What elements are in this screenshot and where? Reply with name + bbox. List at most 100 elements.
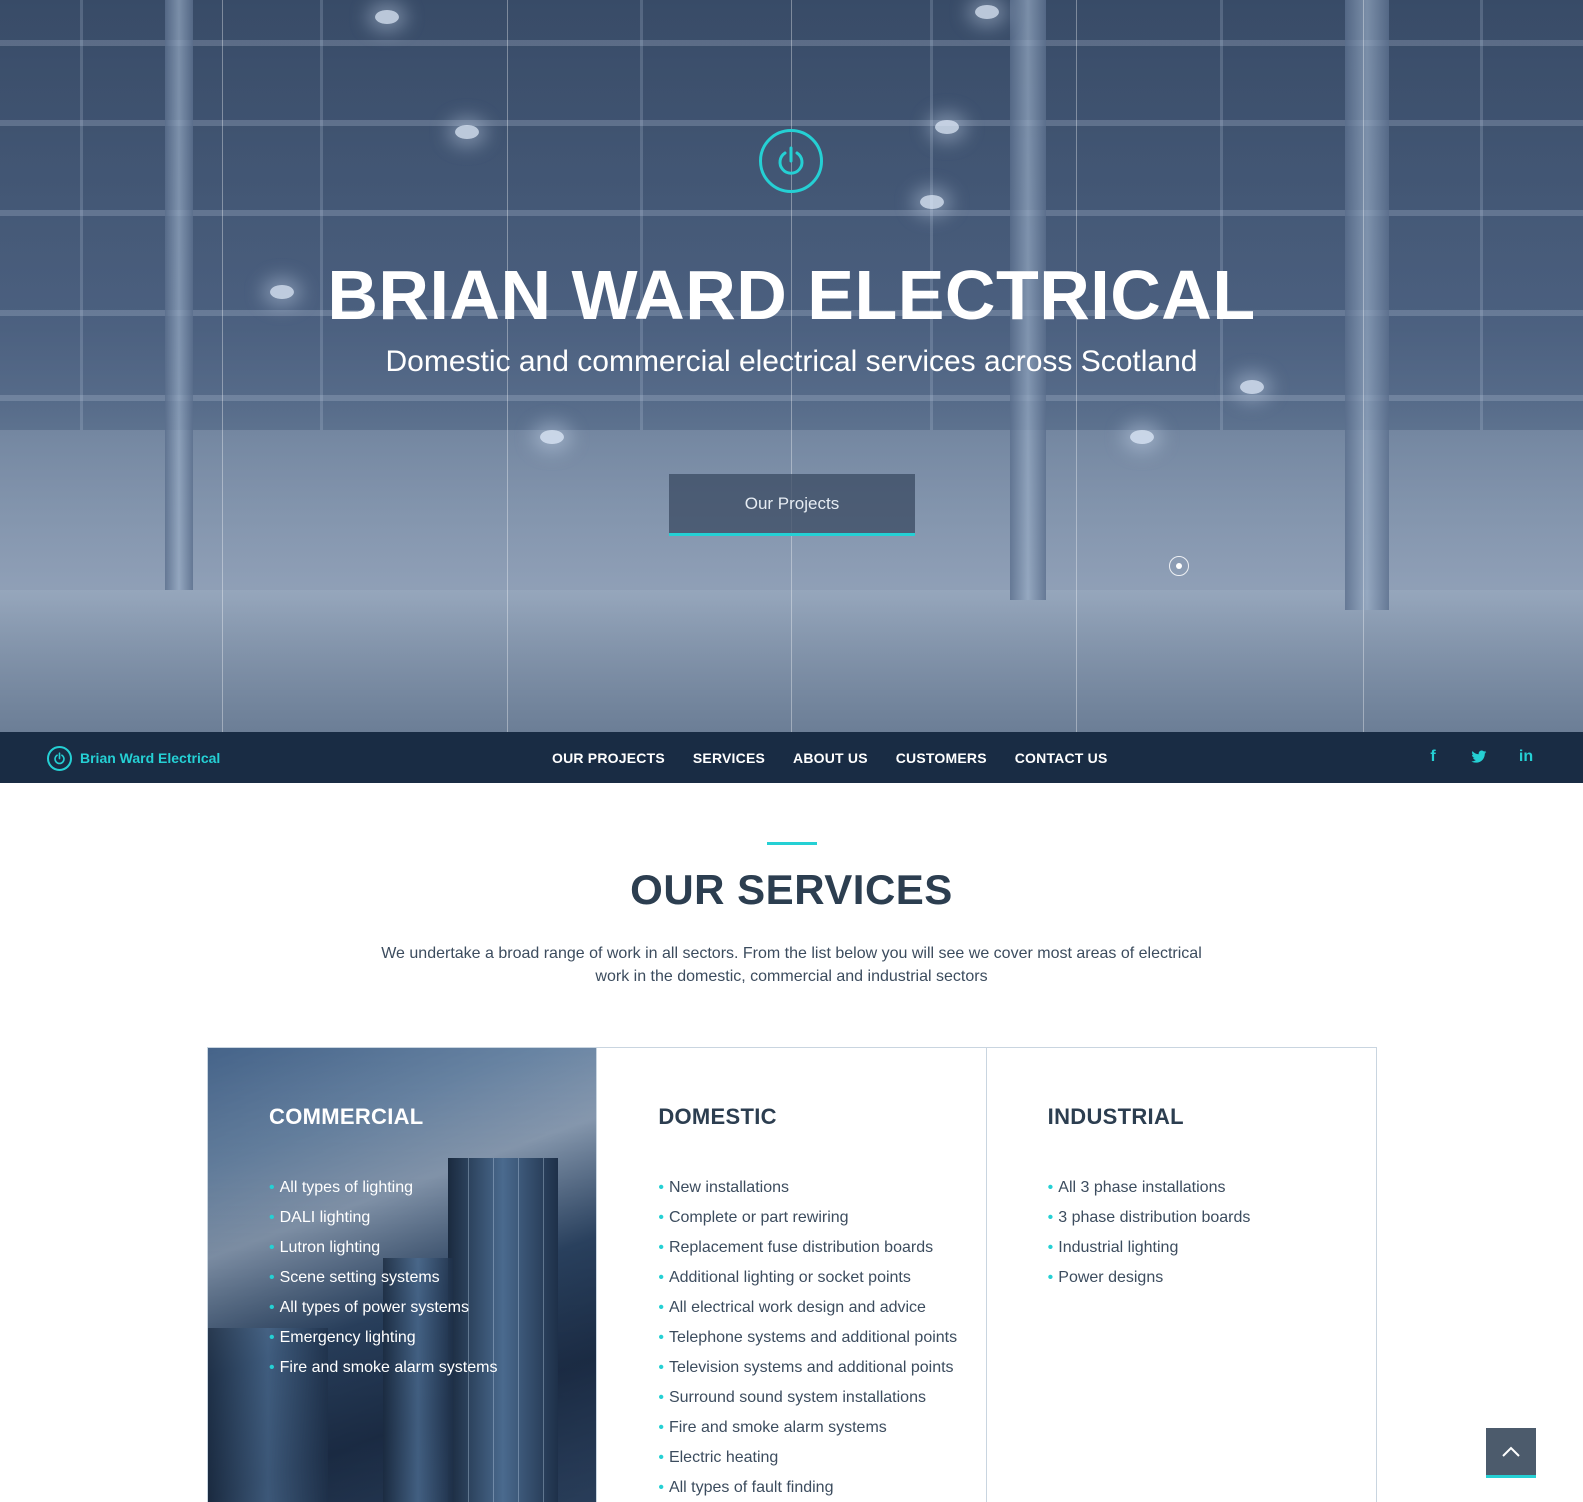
- service-item-label: Television systems and additional points: [668, 1359, 954, 1376]
- bullet-icon: •: [269, 1179, 275, 1196]
- service-item-label: Scene setting systems: [279, 1269, 440, 1286]
- service-item-label: All types of power systems: [279, 1299, 470, 1316]
- scroll-to-top-button[interactable]: [1486, 1428, 1536, 1478]
- service-list: • All 3 phase installations • 3 phase distr…: [1048, 1173, 1251, 1293]
- bullet-icon: •: [658, 1389, 664, 1406]
- bullet-icon: •: [658, 1329, 664, 1346]
- service-list-item: • DALI lighting: [269, 1203, 497, 1233]
- card-title: DOMESTIC: [658, 1104, 777, 1129]
- bullet-icon: •: [269, 1209, 275, 1226]
- service-list-item: • Scene setting systems: [269, 1263, 497, 1293]
- bullet-icon: •: [658, 1449, 664, 1466]
- service-item-label: Additional lighting or socket points: [668, 1269, 911, 1286]
- service-item-label: Surround sound system installations: [668, 1389, 926, 1406]
- twitter-icon[interactable]: [1467, 745, 1491, 769]
- service-item-label: Lutron lighting: [279, 1239, 381, 1256]
- service-item-label: All 3 phase installations: [1058, 1179, 1226, 1196]
- our-projects-button[interactable]: Our Projects: [669, 474, 915, 536]
- facebook-icon[interactable]: f: [1421, 745, 1445, 769]
- service-list-item: • All types of lighting: [269, 1173, 497, 1203]
- lamp-icon: [1130, 430, 1154, 444]
- building-image: [518, 1158, 519, 1502]
- services-cards: COMMERCIAL • All types of lighting • DALI l…: [207, 1047, 1377, 1502]
- chevron-up-icon: [1502, 1446, 1520, 1457]
- service-item-label: Electric heating: [668, 1449, 779, 1466]
- brand-name: Brian Ward Electrical: [80, 750, 221, 766]
- service-item-label: 3 phase distribution boards: [1058, 1209, 1251, 1226]
- service-item-label: New installations: [668, 1179, 789, 1196]
- bullet-icon: •: [1047, 1209, 1054, 1226]
- service-list-item: • All types of power systems: [269, 1293, 497, 1323]
- service-item-label: Fire and smoke alarm systems: [279, 1359, 498, 1376]
- nav-link-our-projects[interactable]: OUR PROJECTS: [552, 750, 665, 766]
- nav-link-customers[interactable]: CUSTOMERS: [896, 750, 987, 766]
- service-card-commercial: COMMERCIAL • All types of lighting • DALI l…: [208, 1048, 598, 1502]
- lamp-icon: [975, 5, 999, 19]
- bullet-icon: •: [1047, 1239, 1054, 1256]
- nav-link-services[interactable]: SERVICES: [693, 750, 765, 766]
- bullet-icon: •: [658, 1209, 664, 1226]
- power-icon: [759, 129, 823, 193]
- services-title: OUR SERVICES: [630, 866, 953, 913]
- lamp-icon: [1240, 380, 1264, 394]
- brand-link[interactable]: Brian Ward Electrical: [47, 745, 220, 771]
- building-image: [543, 1158, 544, 1502]
- service-list-item: • Additional lighting or socket points: [658, 1263, 957, 1293]
- card-title: INDUSTRIAL: [1047, 1104, 1184, 1129]
- service-item-label: Industrial lighting: [1058, 1239, 1179, 1256]
- main-navbar: Brian Ward Electrical OUR PROJECTS SERVI…: [0, 732, 1583, 783]
- slide-dot-icon[interactable]: [1169, 556, 1189, 576]
- service-list-item: • Surround sound system installations: [658, 1383, 957, 1413]
- service-item-label: Fire and smoke alarm systems: [668, 1419, 887, 1436]
- nav-links: OUR PROJECTS SERVICES ABOUT US CUSTOMERS…: [552, 732, 1135, 783]
- service-list-item: • Fire and smoke alarm systems: [269, 1353, 497, 1383]
- service-list-item: • Industrial lighting: [1048, 1233, 1251, 1263]
- service-item-label: Power designs: [1058, 1269, 1164, 1286]
- service-list-item: • Television systems and additional point…: [658, 1353, 957, 1383]
- bullet-icon: •: [269, 1269, 275, 1286]
- service-list-item: • All types of fault finding: [658, 1473, 957, 1502]
- service-item-label: Replacement fuse distribution boards: [668, 1239, 934, 1256]
- service-list-item: • Electric heating: [658, 1443, 957, 1473]
- hero-subtitle: Domestic and commercial electrical servi…: [385, 345, 1198, 378]
- service-list-item: • Complete or part rewiring: [658, 1203, 957, 1233]
- service-list-item: • All electrical work design and advice: [658, 1293, 957, 1323]
- bullet-icon: •: [658, 1269, 664, 1286]
- bullet-icon: •: [269, 1359, 275, 1376]
- service-card-industrial: INDUSTRIAL • All 3 phase installations • 3 …: [987, 1048, 1376, 1502]
- service-list-item: • Fire and smoke alarm systems: [658, 1413, 957, 1443]
- service-list-item: • Telephone systems and additional points: [658, 1323, 957, 1353]
- service-item-label: Complete or part rewiring: [668, 1209, 849, 1226]
- bullet-icon: •: [269, 1239, 275, 1256]
- service-item-label: Telephone systems and additional points: [668, 1329, 958, 1346]
- hero-section: BRIAN WARD ELECTRICAL Domestic and comme…: [0, 0, 1583, 732]
- lamp-icon: [920, 195, 944, 209]
- service-item-label: DALI lighting: [279, 1209, 371, 1226]
- service-list-item: • New installations: [658, 1173, 957, 1203]
- service-list-item: • Emergency lighting: [269, 1323, 497, 1353]
- service-item-label: Emergency lighting: [279, 1329, 416, 1346]
- service-item-label: All types of fault finding: [668, 1479, 834, 1496]
- service-list-item: • All 3 phase installations: [1048, 1173, 1251, 1203]
- lamp-icon: [540, 430, 564, 444]
- service-list-item: • Replacement fuse distribution boards: [658, 1233, 957, 1263]
- bullet-icon: •: [269, 1299, 275, 1316]
- service-list-item: • 3 phase distribution boards: [1048, 1203, 1251, 1233]
- bullet-icon: •: [1047, 1269, 1054, 1286]
- bullet-icon: •: [658, 1479, 664, 1496]
- bullet-icon: •: [658, 1359, 664, 1376]
- power-icon: [47, 745, 72, 771]
- bullet-icon: •: [658, 1419, 664, 1436]
- bullet-icon: •: [658, 1179, 664, 1196]
- card-title: COMMERCIAL: [269, 1104, 424, 1129]
- service-item-label: All types of lighting: [279, 1179, 414, 1196]
- nav-link-about-us[interactable]: ABOUT US: [793, 750, 868, 766]
- section-accent-bar: [767, 842, 817, 845]
- service-list-item: • Power designs: [1048, 1263, 1251, 1293]
- hero-title: BRIAN WARD ELECTRICAL: [327, 256, 1256, 334]
- nav-link-contact-us[interactable]: CONTACT US: [1015, 750, 1108, 766]
- linkedin-icon[interactable]: in: [1514, 745, 1538, 769]
- lamp-icon: [935, 120, 959, 134]
- service-list: • New installations • Complete or part rewi…: [658, 1173, 957, 1502]
- services-description: We undertake a broad range of work in al…: [381, 945, 1202, 985]
